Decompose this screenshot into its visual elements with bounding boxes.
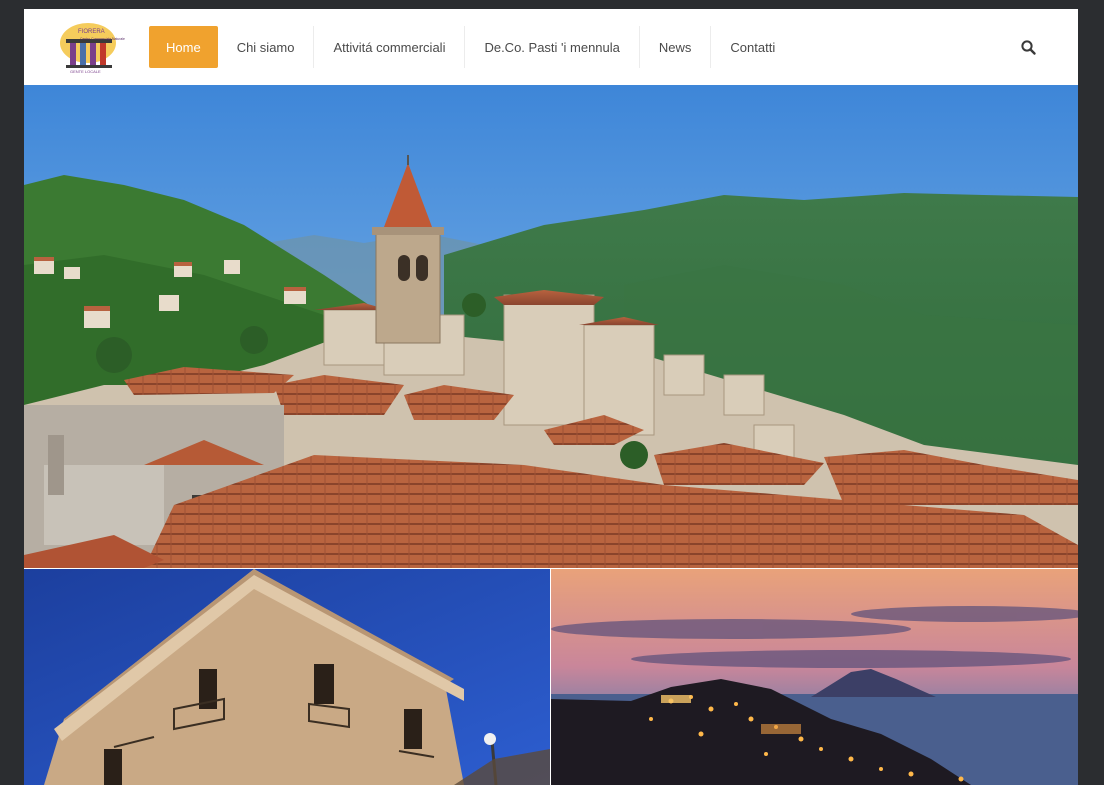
logo-text-mid: Centro Commerciale Naturale (80, 37, 125, 41)
nav-home[interactable]: Home (149, 26, 218, 68)
nav-news[interactable]: News (640, 26, 712, 68)
nav-attivita-commerciali[interactable]: Attivitá commerciali (314, 26, 466, 68)
page: FIORERA Centro Commerciale Naturale GENT… (24, 9, 1078, 785)
hero-image (24, 85, 1078, 568)
site-header: FIORERA Centro Commerciale Naturale GENT… (24, 9, 1078, 85)
logo-text-bottom: GENTE LOCALE (70, 69, 101, 74)
stone-palazzo-blue-sky-photo (24, 569, 550, 785)
hilltop-village-bell-tower-photo (24, 85, 1078, 568)
site-logo[interactable]: FIORERA Centro Commerciale Naturale GENT… (58, 21, 126, 75)
search-button[interactable] (1020, 39, 1038, 57)
nav-chi-siamo[interactable]: Chi siamo (218, 26, 315, 68)
logo-text-top: FIORERA (78, 29, 105, 35)
village-lights-at-dusk-photo (551, 569, 1078, 785)
main-nav: Home Chi siamo Attivitá commerciali De.C… (149, 26, 794, 68)
nav-deco-pasti[interactable]: De.Co. Pasti 'i mennula (465, 26, 640, 68)
fiorera-logo-icon: FIORERA Centro Commerciale Naturale GENT… (60, 23, 125, 74)
search-icon (1021, 40, 1036, 55)
gallery-tile-right[interactable] (551, 569, 1078, 785)
gallery-tile-left[interactable] (24, 569, 550, 785)
nav-contatti[interactable]: Contatti (711, 26, 794, 68)
